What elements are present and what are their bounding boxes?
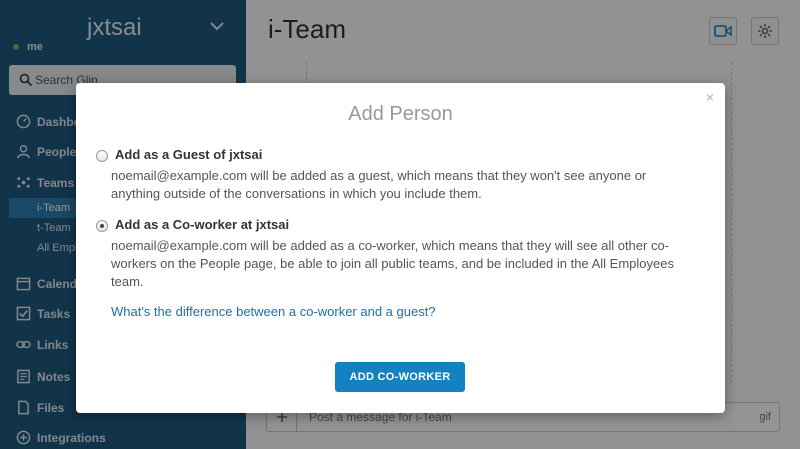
add-coworker-button[interactable]: ADD CO-WORKER bbox=[335, 362, 465, 392]
coworker-option-label[interactable]: Add as a Co-worker at jxtsai bbox=[115, 217, 289, 232]
difference-help-link[interactable]: What's the difference between a co-worke… bbox=[111, 304, 436, 319]
dialog-title: Add Person bbox=[348, 103, 453, 125]
coworker-option-description: noemail@example.com will be added as a c… bbox=[111, 238, 674, 289]
guest-option-description: noemail@example.com will be added as a g… bbox=[111, 168, 647, 201]
guest-radio[interactable] bbox=[96, 150, 108, 162]
coworker-radio[interactable] bbox=[96, 220, 108, 232]
close-icon[interactable]: × bbox=[706, 89, 714, 105]
add-person-dialog: Add Person × Add as a Guest of jxtsai no… bbox=[76, 83, 725, 413]
guest-option-label[interactable]: Add as a Guest of jxtsai bbox=[115, 147, 262, 162]
